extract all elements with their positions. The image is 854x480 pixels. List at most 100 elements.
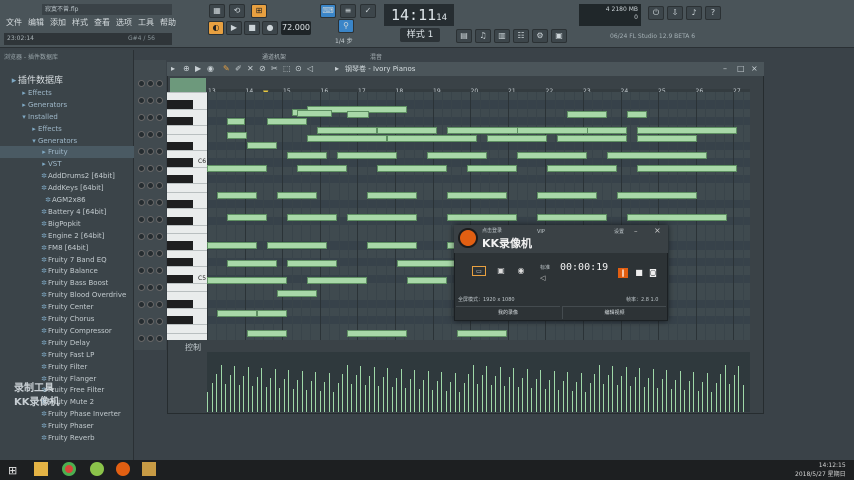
- velocity-bar[interactable]: [234, 366, 235, 412]
- velocity-bar[interactable]: [220, 365, 222, 412]
- velocity-bar[interactable]: [531, 388, 532, 412]
- velocity-bar[interactable]: [261, 368, 262, 412]
- velocity-bar[interactable]: [459, 392, 460, 412]
- note-block[interactable]: [517, 152, 587, 159]
- velocity-bar[interactable]: [675, 380, 676, 412]
- note-block[interactable]: [347, 214, 417, 221]
- velocity-bar[interactable]: [643, 387, 645, 412]
- velocity-bar[interactable]: [454, 373, 456, 412]
- knob-icon[interactable]: [156, 233, 163, 240]
- velocity-bar[interactable]: [544, 389, 546, 412]
- note-block[interactable]: [347, 330, 407, 337]
- velocity-bar[interactable]: [418, 389, 420, 412]
- browser-item[interactable]: ✲Fruity Delay: [0, 337, 134, 349]
- velocity-bar[interactable]: [265, 387, 267, 412]
- knob-icon[interactable]: [147, 301, 154, 308]
- screen-mode-icon[interactable]: ▭: [472, 266, 486, 276]
- velocity-bar[interactable]: [594, 374, 595, 412]
- velocity-bar[interactable]: [346, 365, 348, 412]
- velocity-bar[interactable]: [697, 391, 699, 412]
- note-block[interactable]: [227, 132, 247, 139]
- velocity-bar[interactable]: [378, 386, 379, 412]
- play-icon[interactable]: ▶: [195, 64, 201, 73]
- knob-icon[interactable]: [156, 114, 163, 121]
- knob-icon[interactable]: [156, 165, 163, 172]
- menu-item-7[interactable]: 帮助: [160, 17, 176, 29]
- knob-icon[interactable]: [147, 148, 154, 155]
- browser-item[interactable]: ✲AGM2x86: [0, 194, 134, 206]
- stop-icon[interactable]: ■: [634, 268, 644, 278]
- browser-item[interactable]: ✲Fruity Fast LP: [0, 349, 134, 361]
- menu-item-4[interactable]: 查看: [94, 17, 110, 29]
- app-icon[interactable]: [90, 462, 104, 476]
- browser-item[interactable]: ✲Fruity 7 Band EQ: [0, 254, 134, 266]
- velocity-bar[interactable]: [432, 390, 433, 412]
- velocity-bar[interactable]: [607, 375, 609, 412]
- edit-video-button[interactable]: 编辑视频: [562, 306, 666, 319]
- velocity-bar[interactable]: [243, 376, 244, 412]
- velocity-bar[interactable]: [270, 378, 271, 412]
- browser-button[interactable]: ▣: [551, 29, 567, 43]
- velocity-bar[interactable]: [616, 385, 618, 412]
- minimize-icon[interactable]: –: [634, 227, 638, 235]
- velocity-bar[interactable]: [513, 368, 514, 412]
- knob-icon[interactable]: [138, 199, 145, 206]
- velocity-bar[interactable]: [702, 382, 703, 412]
- browser-item[interactable]: ✲Engine 2 [64bit]: [0, 230, 134, 242]
- velocity-bar[interactable]: [369, 376, 370, 412]
- velocity-bar[interactable]: [733, 375, 735, 412]
- velocity-bar[interactable]: [553, 371, 555, 412]
- mute-icon[interactable]: ⊘: [259, 64, 266, 73]
- velocity-bar[interactable]: [351, 384, 352, 412]
- velocity-bar[interactable]: [666, 370, 667, 412]
- blend-notes-button[interactable]: ✓: [360, 4, 376, 18]
- knob-icon[interactable]: [138, 335, 145, 342]
- note-block[interactable]: [287, 214, 337, 221]
- knob-icon[interactable]: [147, 165, 154, 172]
- knob-icon[interactable]: [147, 233, 154, 240]
- settings-link[interactable]: 设置: [614, 228, 624, 235]
- note-block[interactable]: [517, 127, 597, 134]
- knob-icon[interactable]: [156, 250, 163, 257]
- velocity-bar[interactable]: [436, 381, 438, 412]
- velocity-bar[interactable]: [225, 384, 226, 412]
- velocity-bar[interactable]: [256, 377, 258, 412]
- note-block[interactable]: [607, 152, 707, 159]
- black-key[interactable]: [167, 216, 193, 225]
- velocity-bar[interactable]: [603, 384, 604, 412]
- velocity-bar[interactable]: [625, 367, 627, 412]
- browser-item[interactable]: ✲Battery 4 [64bit]: [0, 206, 134, 218]
- note-block[interactable]: [207, 165, 267, 172]
- browser-item[interactable]: ✲Fruity Blood Overdrive: [0, 289, 134, 301]
- browser-item[interactable]: ▸ Fruity: [0, 146, 134, 159]
- velocity-bar[interactable]: [382, 377, 384, 412]
- velocity-bar[interactable]: [621, 376, 622, 412]
- playlist-button[interactable]: ▤: [456, 29, 472, 43]
- velocity-bar[interactable]: [387, 368, 388, 412]
- knob-icon[interactable]: [156, 284, 163, 291]
- note-block[interactable]: [217, 192, 257, 199]
- cpu-button[interactable]: ⏻: [648, 6, 664, 20]
- note-block[interactable]: [387, 135, 477, 142]
- knob-icon[interactable]: [147, 80, 154, 87]
- knob-icon[interactable]: [138, 318, 145, 325]
- note-block[interactable]: [467, 165, 517, 172]
- knob-icon[interactable]: [138, 250, 145, 257]
- black-key[interactable]: [167, 100, 193, 109]
- note-block[interactable]: [207, 277, 287, 284]
- velocity-bar[interactable]: [414, 370, 415, 412]
- velocity-bar[interactable]: [310, 381, 312, 412]
- knob-icon[interactable]: [147, 216, 154, 223]
- tempo-display[interactable]: 72.000: [281, 21, 311, 35]
- knob-icon[interactable]: [156, 267, 163, 274]
- knob-icon[interactable]: [147, 250, 154, 257]
- login-link[interactable]: 点击登录: [482, 227, 502, 234]
- velocity-bar[interactable]: [576, 382, 577, 412]
- note-block[interactable]: [337, 152, 397, 159]
- knob-icon[interactable]: [138, 165, 145, 172]
- velocity-bar[interactable]: [562, 381, 564, 412]
- velocity-bar[interactable]: [445, 391, 447, 412]
- note-block[interactable]: [557, 135, 627, 142]
- mixer-button[interactable]: ☷: [513, 29, 529, 43]
- browser-item[interactable]: ▾ Installed: [0, 111, 134, 123]
